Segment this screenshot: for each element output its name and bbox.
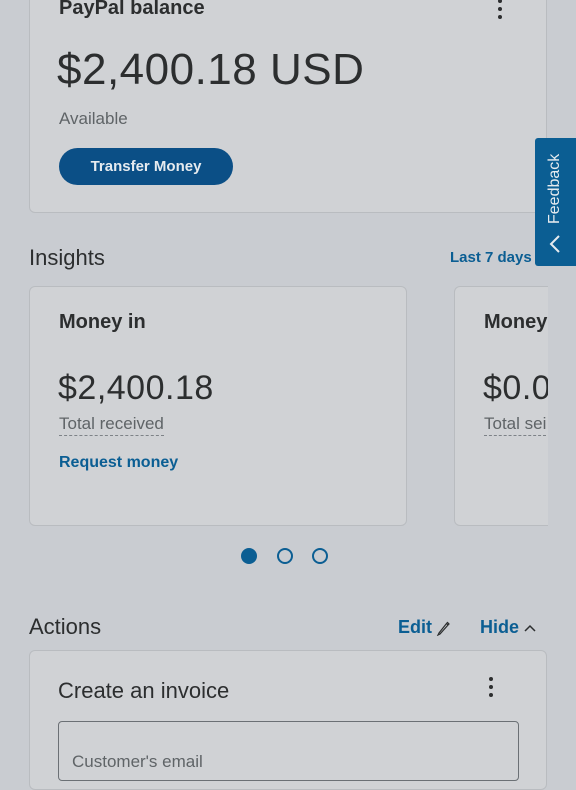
money-out-title: Money bbox=[484, 311, 548, 333]
money-in-card[interactable]: Money in $2,400.18 Total received Reques… bbox=[29, 286, 407, 526]
money-in-subtitle[interactable]: Total received bbox=[59, 414, 164, 436]
money-in-title: Money in bbox=[59, 311, 146, 333]
invoice-more-options-icon[interactable] bbox=[481, 675, 501, 699]
create-invoice-card: Create an invoice bbox=[29, 650, 547, 790]
create-invoice-title: Create an invoice bbox=[58, 678, 230, 703]
actions-title: Actions bbox=[29, 614, 102, 639]
request-money-link[interactable]: Request money bbox=[59, 454, 178, 472]
balance-amount: $2,400.18 USD bbox=[57, 45, 365, 94]
money-out-subtitle[interactable]: Total sei bbox=[484, 414, 547, 436]
insights-period-selector[interactable]: Last 7 days bbox=[450, 249, 532, 266]
money-out-card[interactable]: Money $0.0 Total sei bbox=[454, 286, 548, 526]
edit-actions-button[interactable]: Edit bbox=[398, 617, 450, 638]
customer-email-input[interactable] bbox=[58, 721, 519, 781]
transfer-money-button[interactable]: Transfer Money bbox=[59, 148, 233, 185]
chevron-left-icon bbox=[549, 235, 560, 253]
hide-actions-button[interactable]: Hide bbox=[480, 617, 537, 638]
feedback-tab[interactable]: Feedback bbox=[535, 138, 576, 266]
balance-title: PayPal balance bbox=[59, 0, 205, 19]
insights-title: Insights bbox=[29, 245, 105, 270]
money-in-amount: $2,400.18 bbox=[58, 369, 214, 407]
money-out-amount: $0.0 bbox=[483, 369, 548, 407]
pencil-icon bbox=[436, 621, 450, 636]
feedback-label: Feedback bbox=[545, 153, 563, 224]
carousel-dot-3[interactable] bbox=[312, 548, 328, 564]
carousel-dot-1[interactable] bbox=[241, 548, 257, 564]
carousel-dot-2[interactable] bbox=[277, 548, 293, 564]
insights-carousel[interactable]: Money in $2,400.18 Total received Reques… bbox=[0, 280, 548, 540]
edit-label: Edit bbox=[398, 617, 432, 637]
hide-label: Hide bbox=[480, 617, 520, 637]
balance-status: Available bbox=[59, 109, 128, 128]
chevron-up-icon bbox=[524, 624, 536, 632]
balance-card: PayPal balance $2,400.18 USD Available T… bbox=[29, 0, 547, 213]
balance-more-options-icon[interactable] bbox=[490, 0, 510, 21]
